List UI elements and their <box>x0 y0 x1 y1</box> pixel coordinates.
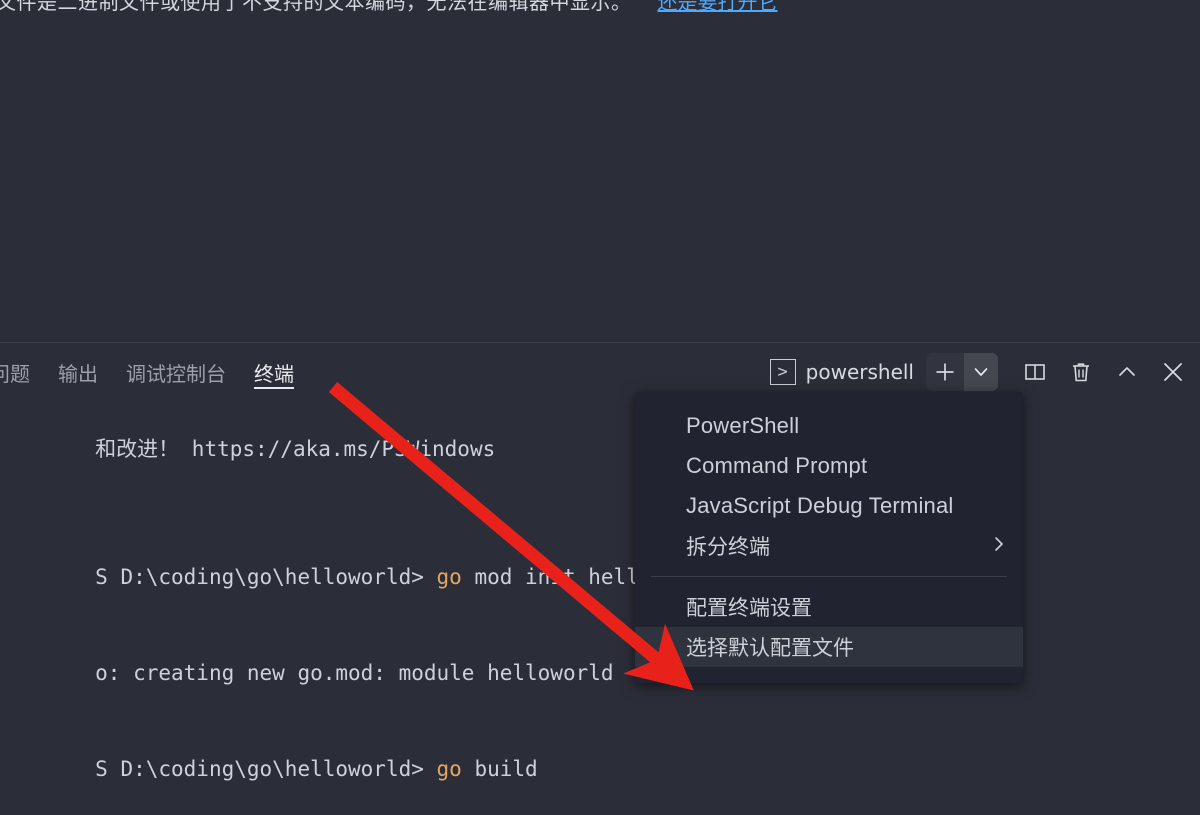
panel-tab-terminal[interactable]: 终端 <box>240 343 308 401</box>
kill-terminal-button[interactable] <box>1064 353 1098 391</box>
menu-item-javascript-debug-terminal[interactable]: JavaScript Debug Terminal <box>635 486 1023 526</box>
panel-tab-problems[interactable]: 问题 <box>0 343 44 401</box>
split-panel-icon <box>1023 360 1047 384</box>
binary-file-notice-text: 文件是二进制文件或使用了不支持的文本编码，无法在编辑器中显示。 <box>0 0 632 14</box>
active-terminal-chip[interactable]: > powershell <box>769 359 914 385</box>
panel-tab-problems-label: 问题 <box>0 361 30 386</box>
close-panel-button[interactable] <box>1156 353 1190 391</box>
panel-tab-debug-console-label: 调试控制台 <box>126 361 226 386</box>
terminal-prompt: S D:\coding\go\helloworld> <box>95 757 437 781</box>
menu-item-configure-terminal-settings-label: 配置终端设置 <box>686 596 812 620</box>
open-anyway-link[interactable]: 还是要打开它 <box>658 0 778 15</box>
menu-item-powershell[interactable]: PowerShell <box>635 406 1023 446</box>
trash-icon <box>1069 360 1093 384</box>
panel-tab-output-label: 输出 <box>58 361 98 386</box>
new-terminal-button-group <box>926 353 998 391</box>
terminal-line: S D:\coding\go\helloworld> go build <box>0 721 1200 815</box>
panel-tab-terminal-label: 终端 <box>254 361 294 386</box>
close-icon <box>1160 359 1186 385</box>
terminal-args: mod init hellow <box>461 565 665 589</box>
terminal-command: go <box>436 565 462 589</box>
terminal-prompt: S D:\coding\go\helloworld> <box>95 565 437 589</box>
terminal-text: 和改进！ https://aka.ms/PSWindows <box>95 437 496 461</box>
terminal-command: go <box>436 757 462 781</box>
vscode-window: 文件是二进制文件或使用了不支持的文本编码，无法在编辑器中显示。 还是要打开它 问… <box>0 0 1200 815</box>
panel-tab-output[interactable]: 输出 <box>44 343 112 401</box>
menu-separator <box>651 576 1007 577</box>
menu-item-split-terminal[interactable]: 拆分终端 <box>635 526 1023 566</box>
chevron-down-icon <box>972 363 990 381</box>
menu-item-command-prompt[interactable]: Command Prompt <box>635 446 1023 486</box>
chevron-right-icon <box>991 534 1007 558</box>
menu-item-split-terminal-label: 拆分终端 <box>686 535 770 559</box>
terminal-profile-dropdown-button[interactable] <box>964 353 998 391</box>
binary-file-notice: 文件是二进制文件或使用了不支持的文本编码，无法在编辑器中显示。 还是要打开它 <box>0 0 778 15</box>
new-terminal-button[interactable] <box>926 353 964 391</box>
panel-tab-debug-console[interactable]: 调试控制台 <box>112 343 240 401</box>
terminal-args: build <box>461 757 538 781</box>
menu-item-select-default-profile[interactable]: 选择默认配置文件 <box>635 627 1023 667</box>
menu-item-select-default-profile-label: 选择默认配置文件 <box>686 636 854 660</box>
chevron-up-icon <box>1115 360 1139 384</box>
menu-item-powershell-label: PowerShell <box>686 413 800 438</box>
plus-icon <box>934 361 956 383</box>
split-terminal-button[interactable] <box>1018 353 1052 391</box>
panel-tab-list: 问题 输出 调试控制台 终端 <box>0 343 308 401</box>
terminal-profile-menu: PowerShell Command Prompt JavaScript Deb… <box>635 392 1023 683</box>
collapse-panel-button[interactable] <box>1110 353 1144 391</box>
menu-item-javascript-debug-terminal-label: JavaScript Debug Terminal <box>686 493 954 518</box>
active-terminal-name: powershell <box>805 360 914 384</box>
terminal-chevron-icon: > <box>769 359 796 385</box>
terminal-text: o: creating new go.mod: module helloworl… <box>95 661 614 685</box>
menu-item-configure-terminal-settings[interactable]: 配置终端设置 <box>635 587 1023 627</box>
editor-area: 文件是二进制文件或使用了不支持的文本编码，无法在编辑器中显示。 还是要打开它 <box>0 0 1200 342</box>
menu-item-command-prompt-label: Command Prompt <box>686 453 868 478</box>
